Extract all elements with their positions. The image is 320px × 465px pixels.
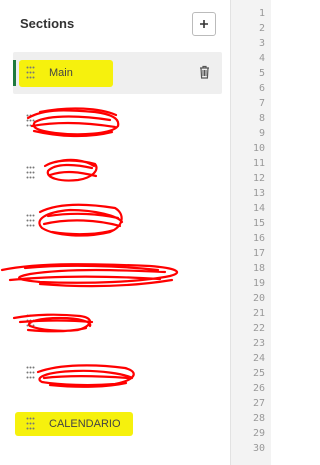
line-number: 9 — [258, 128, 265, 139]
line-number: 29 — [252, 428, 265, 439]
line-number: 30 — [252, 443, 265, 454]
line-number: 10 — [252, 143, 265, 154]
line-number: 22 — [252, 323, 265, 334]
line-number: 26 — [252, 383, 265, 394]
line-number: 8 — [258, 113, 265, 124]
line-number: 1 — [258, 8, 265, 19]
redaction-scribble — [12, 313, 94, 333]
line-number: 17 — [252, 248, 265, 259]
redaction-scribble — [26, 107, 120, 138]
redaction-scribble — [38, 203, 124, 237]
line-number: 27 — [252, 398, 265, 409]
line-number: 18 — [252, 263, 265, 274]
line-number: 4 — [258, 53, 265, 64]
line-number: 21 — [252, 308, 265, 319]
redaction-scribble — [0, 263, 178, 288]
line-number: 7 — [258, 98, 265, 109]
line-number: 11 — [252, 158, 265, 169]
line-number: 23 — [252, 338, 265, 349]
line-number: 6 — [258, 83, 265, 94]
redaction-scribble — [43, 158, 98, 182]
line-number: 20 — [252, 293, 265, 304]
line-number: 16 — [252, 233, 265, 244]
line-number: 25 — [252, 368, 265, 379]
sections-panel: Sections Main CALENDARIO — [0, 0, 230, 465]
line-number: 14 — [252, 203, 265, 214]
redaction-scribble — [36, 364, 135, 388]
line-number: 28 — [252, 413, 265, 424]
line-number: 19 — [252, 278, 265, 289]
line-number: 5 — [258, 68, 265, 79]
line-number: 3 — [258, 38, 265, 49]
redaction-scribbles — [0, 107, 178, 388]
line-number: 2 — [258, 23, 265, 34]
line-number: 15 — [252, 218, 265, 229]
line-number: 12 — [252, 173, 265, 184]
line-number: 13 — [252, 188, 265, 199]
line-number-gutter: 1 2 3 4 5 6 7 8 9 10 11 12 13 14 15 16 1… — [230, 0, 271, 465]
line-number: 24 — [252, 353, 265, 364]
